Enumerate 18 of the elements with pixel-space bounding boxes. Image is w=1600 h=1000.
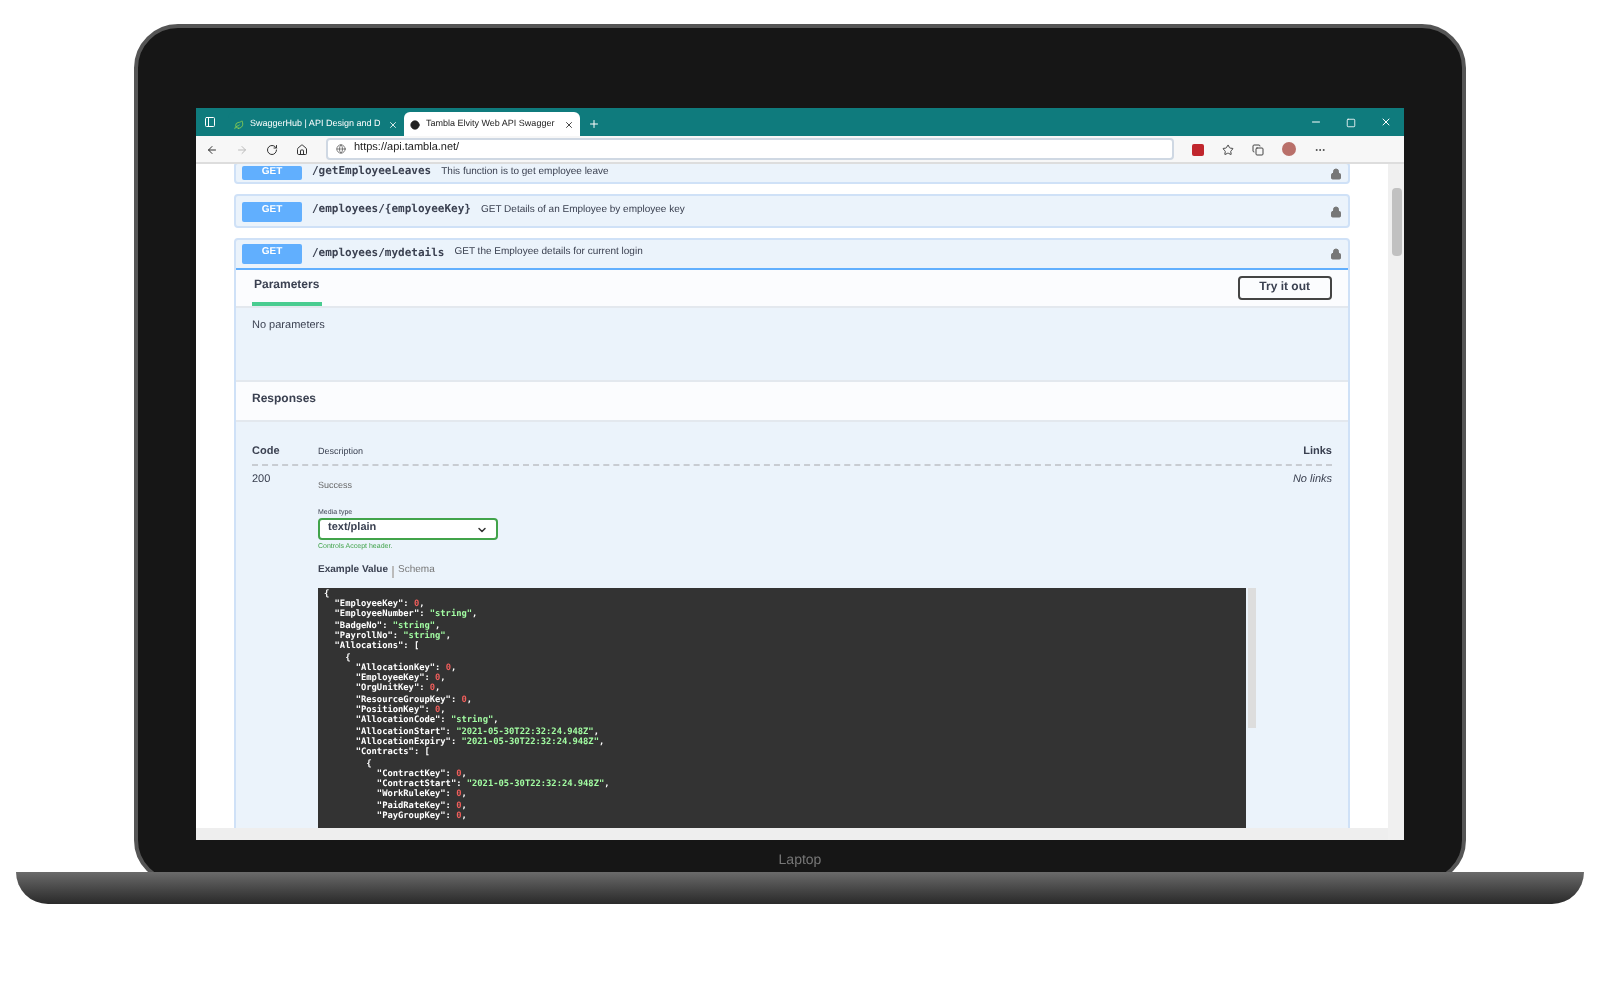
sidebar-icon[interactable] — [204, 116, 216, 128]
refresh-icon[interactable] — [266, 143, 278, 155]
home-icon[interactable] — [296, 143, 308, 155]
globe-icon — [336, 144, 346, 154]
favicon-icon — [410, 119, 420, 129]
extension-icon[interactable] — [1192, 143, 1204, 155]
maximize-icon[interactable] — [1346, 117, 1356, 127]
back-icon[interactable] — [206, 143, 218, 155]
scrollbar[interactable] — [1388, 164, 1404, 840]
scrollbar-thumb[interactable] — [1391, 188, 1401, 256]
minimize-icon[interactable] — [1310, 116, 1322, 128]
favicon-icon — [234, 119, 244, 129]
new-tab-icon[interactable] — [588, 118, 600, 130]
code-scrollbar[interactable] — [1248, 587, 1256, 728]
favorites-icon[interactable] — [1222, 143, 1234, 155]
chevron-down-icon — [476, 523, 488, 535]
profile-avatar[interactable] — [1282, 142, 1296, 156]
collections-icon[interactable] — [1252, 143, 1264, 155]
